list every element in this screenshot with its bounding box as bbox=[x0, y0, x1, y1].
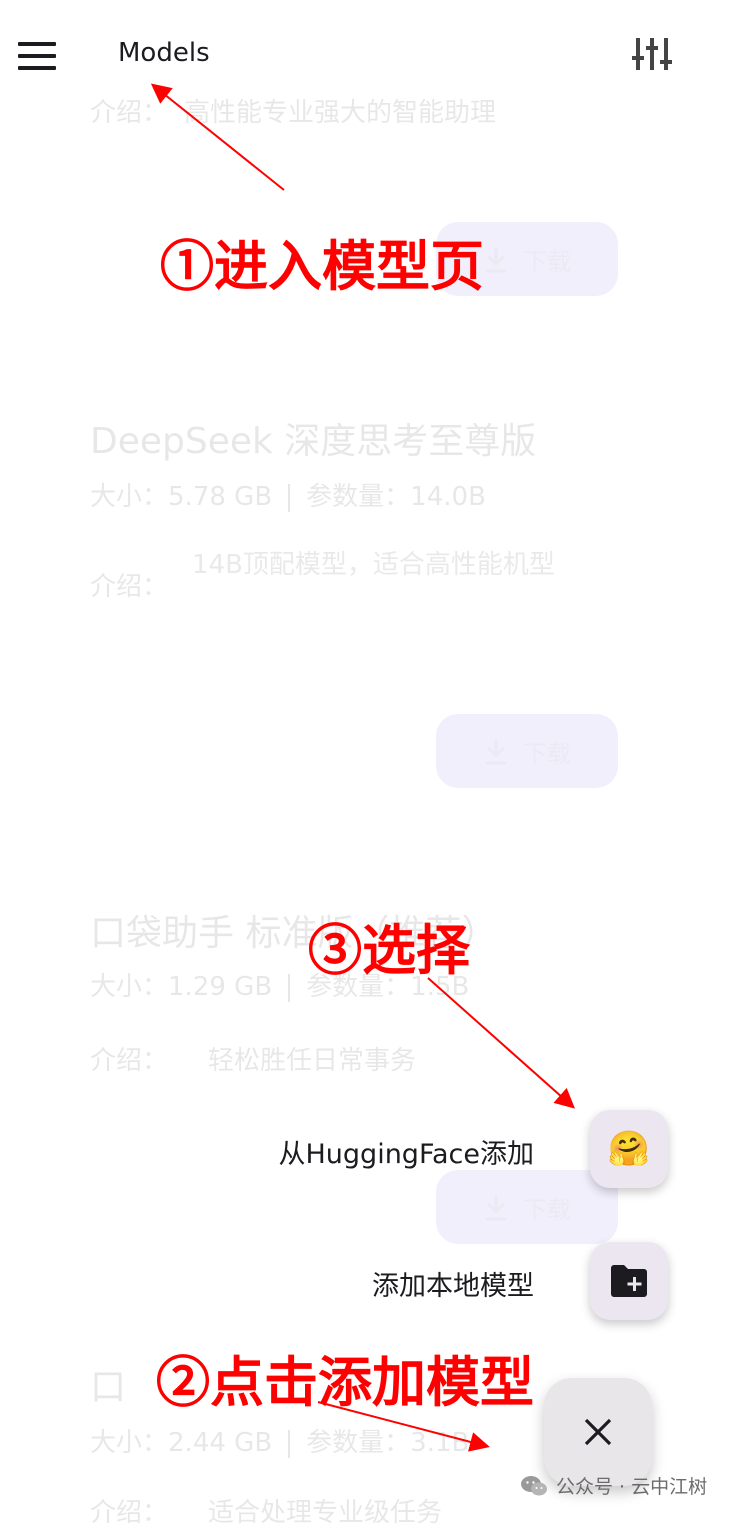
tune-icon[interactable] bbox=[632, 34, 672, 74]
add-local-model-label[interactable]: 添加本地模型 bbox=[372, 1264, 534, 1303]
model-card-2-download-button[interactable]: 下载 bbox=[436, 714, 618, 788]
model-card-2-desc-label: 介绍： bbox=[90, 572, 169, 602]
add-from-huggingface-label[interactable]: 从HuggingFace添加 bbox=[279, 1132, 535, 1171]
add-from-huggingface-button[interactable]: 🤗 bbox=[590, 1110, 668, 1188]
top-app-bar: Models bbox=[0, 0, 744, 112]
annotation-step-3: ③选择 bbox=[308, 918, 470, 982]
hugging-face-emoji-icon: 🤗 bbox=[607, 1129, 651, 1169]
download-icon bbox=[486, 739, 506, 765]
download-icon bbox=[486, 1195, 506, 1221]
watermark: 公众号 · 云中江树 bbox=[520, 1472, 707, 1499]
annotation-step-1: ①进入模型页 bbox=[160, 234, 484, 298]
download-icon bbox=[486, 247, 506, 273]
create-new-folder-icon bbox=[611, 1265, 647, 1297]
wechat-icon bbox=[521, 1475, 547, 1495]
model-card-2-desc: 14B顶配模型，适合高性能机型 bbox=[192, 550, 555, 580]
close-icon bbox=[584, 1418, 612, 1446]
model-card-4-meta: 大小：2.44 GB 参数量：3.1B bbox=[90, 1428, 470, 1458]
model-card-4-title: 口 bbox=[90, 1367, 127, 1408]
model-card-3-download-button[interactable]: 下载 bbox=[436, 1170, 618, 1244]
annotation-step-2: ②点击添加模型 bbox=[156, 1350, 534, 1414]
model-card-3-desc: 介绍： 轻松胜任日常事务 bbox=[90, 1046, 417, 1076]
model-card-4-desc: 介绍： 适合处理专业级任务 bbox=[90, 1498, 443, 1528]
model-card-2-title: DeepSeek 深度思考至尊版 bbox=[90, 421, 537, 462]
page-title: Models bbox=[118, 38, 210, 68]
watermark-text: 公众号 · 云中江树 bbox=[556, 1476, 708, 1498]
add-model-fab-close[interactable] bbox=[544, 1378, 652, 1486]
menu-icon[interactable] bbox=[18, 42, 56, 70]
model-card-2-meta: 大小：5.78 GB 参数量：14.0B bbox=[90, 482, 486, 512]
add-local-model-button[interactable] bbox=[590, 1242, 668, 1320]
